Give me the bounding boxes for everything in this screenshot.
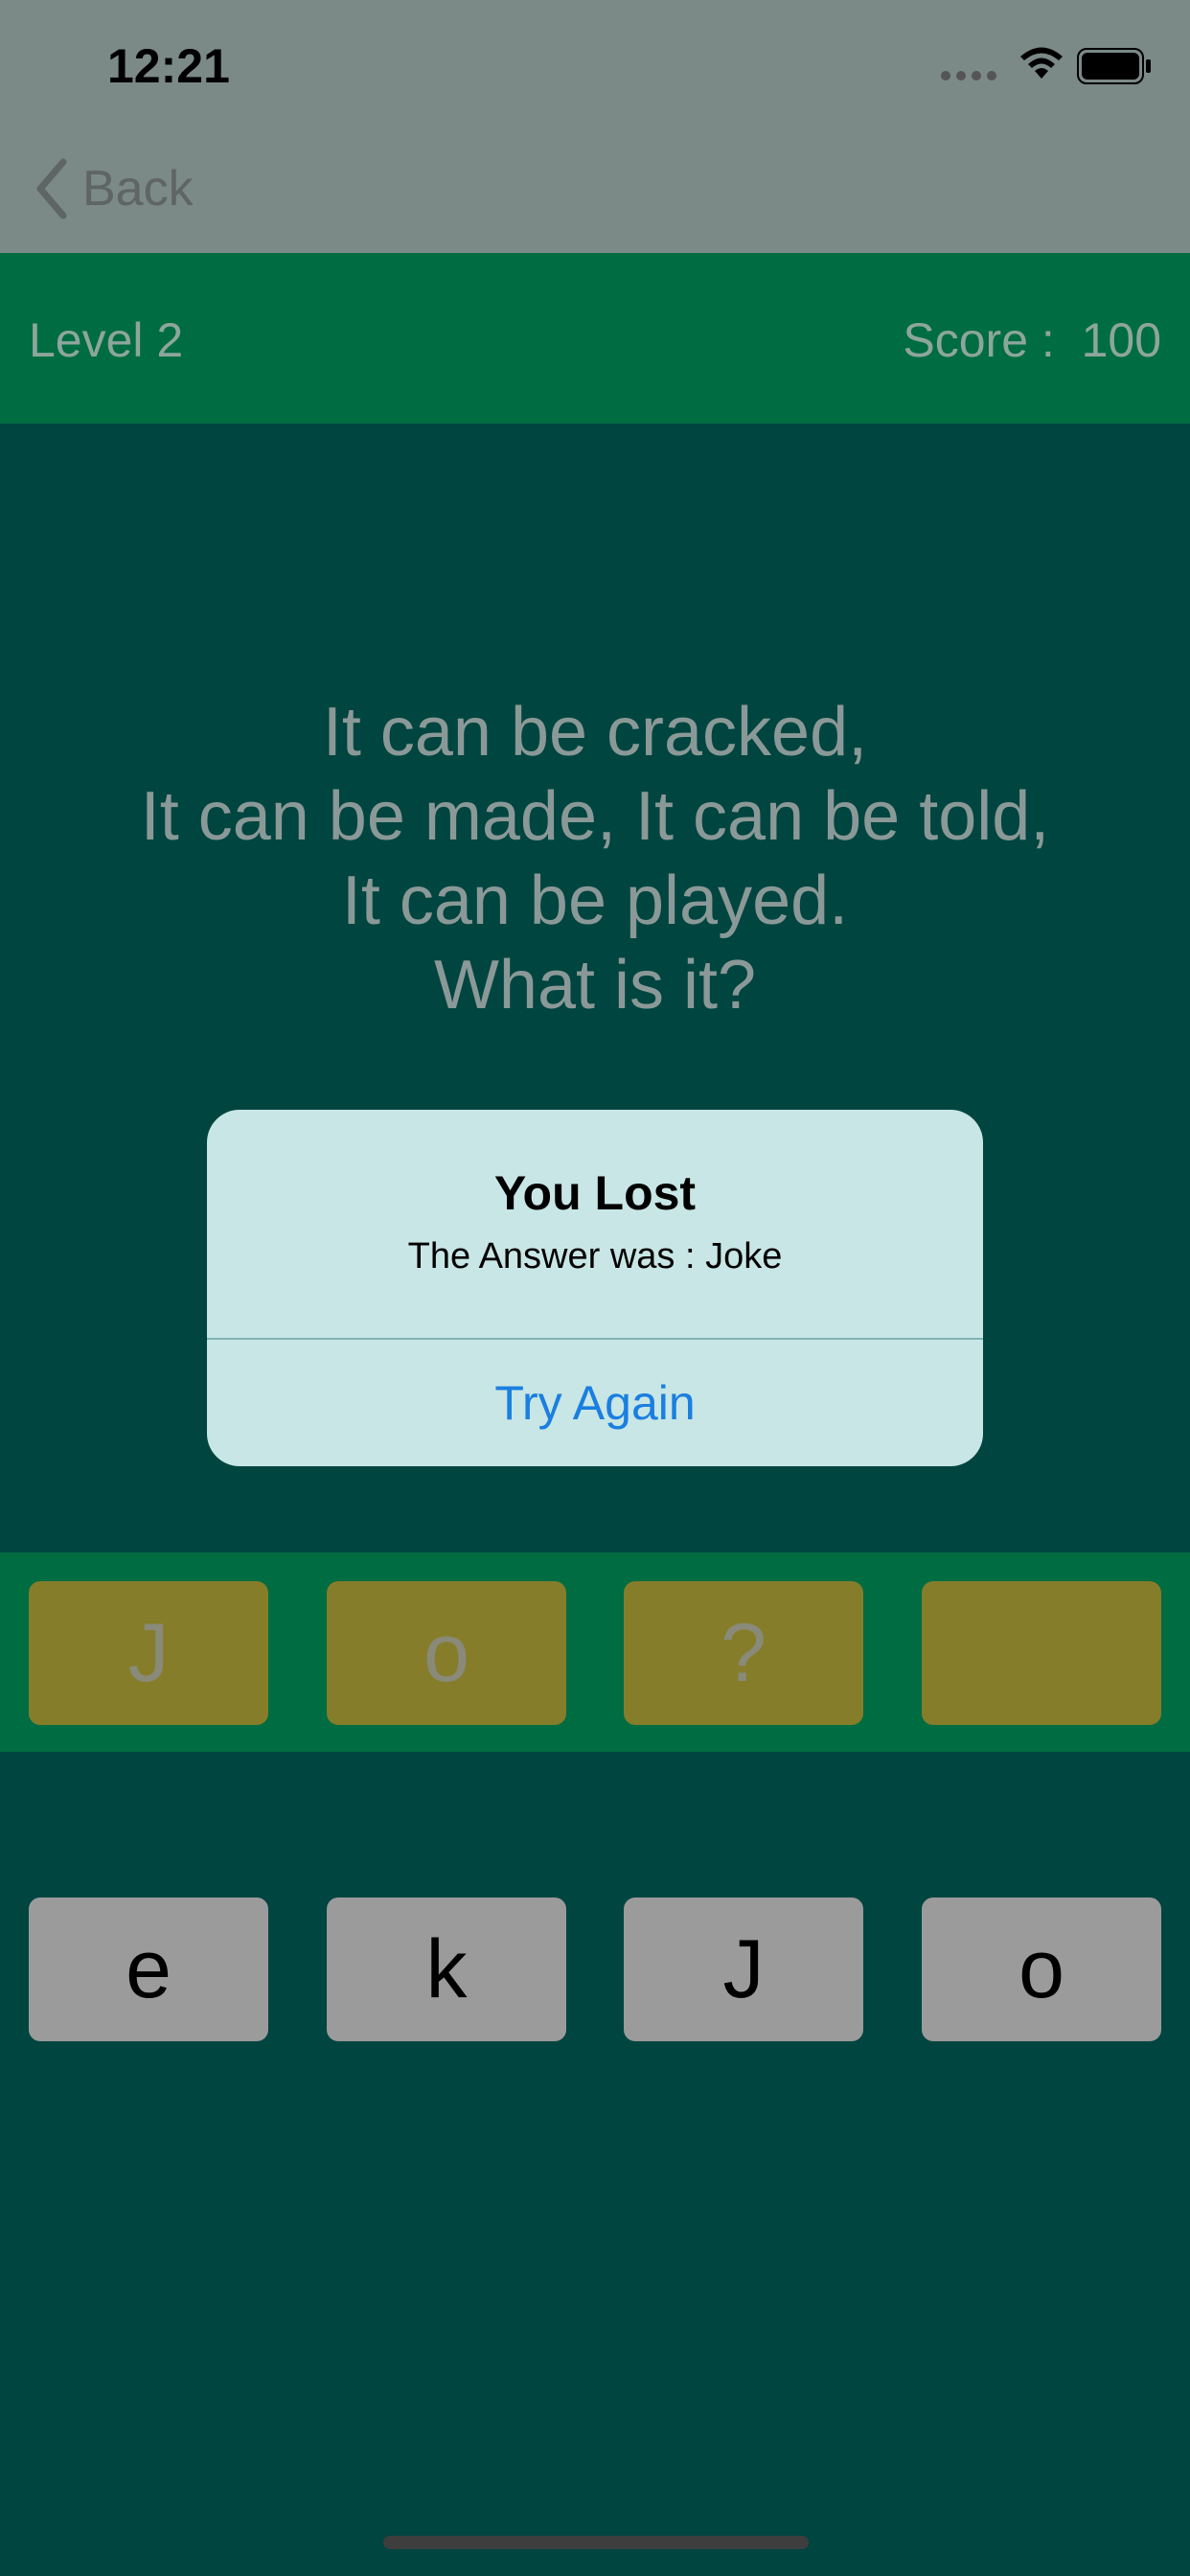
- letter-key[interactable]: e: [29, 1898, 268, 2041]
- score-label: Score : 100: [903, 313, 1161, 367]
- back-button[interactable]: Back: [34, 155, 194, 222]
- answer-row: J o ?: [0, 1552, 1190, 1752]
- alert-title: You Lost: [493, 1166, 697, 1220]
- riddle-line: What is it?: [433, 947, 757, 1024]
- answer-slot[interactable]: ?: [624, 1581, 863, 1725]
- status-time: 12:21: [107, 39, 230, 93]
- answer-slot[interactable]: [922, 1581, 1161, 1725]
- answer-slot[interactable]: J: [29, 1581, 268, 1725]
- status-bar: 12:21: [0, 0, 1190, 126]
- alert-message: The Answer was : Joke: [407, 1236, 783, 1276]
- answer-slot[interactable]: o: [327, 1581, 566, 1725]
- cellular-signal-icon: [941, 71, 996, 80]
- letter-key[interactable]: k: [327, 1898, 566, 2041]
- riddle-line: It can be made, It can be told,: [140, 778, 1050, 855]
- navigation-bar: Back: [0, 126, 1190, 253]
- back-label: Back: [82, 161, 194, 217]
- result-alert: You Lost The Answer was : Joke Try Again: [207, 1110, 983, 1466]
- riddle-text: It can be cracked, It can be made, It ca…: [0, 690, 1190, 1027]
- letter-key[interactable]: J: [624, 1898, 863, 2041]
- battery-icon: [1077, 48, 1151, 84]
- game-header: Level 2 Score : 100: [0, 253, 1190, 424]
- riddle-line: It can be cracked,: [322, 694, 868, 770]
- chevron-left-icon: [36, 158, 67, 219]
- home-indicator[interactable]: [383, 2536, 809, 2549]
- wifi-icon: [1020, 47, 1063, 79]
- letter-key[interactable]: o: [922, 1898, 1161, 2041]
- status-icons: [941, 44, 1190, 86]
- level-label: Level 2: [29, 313, 184, 367]
- riddle-line: It can be played.: [341, 862, 849, 939]
- try-again-button[interactable]: Try Again: [207, 1340, 983, 1466]
